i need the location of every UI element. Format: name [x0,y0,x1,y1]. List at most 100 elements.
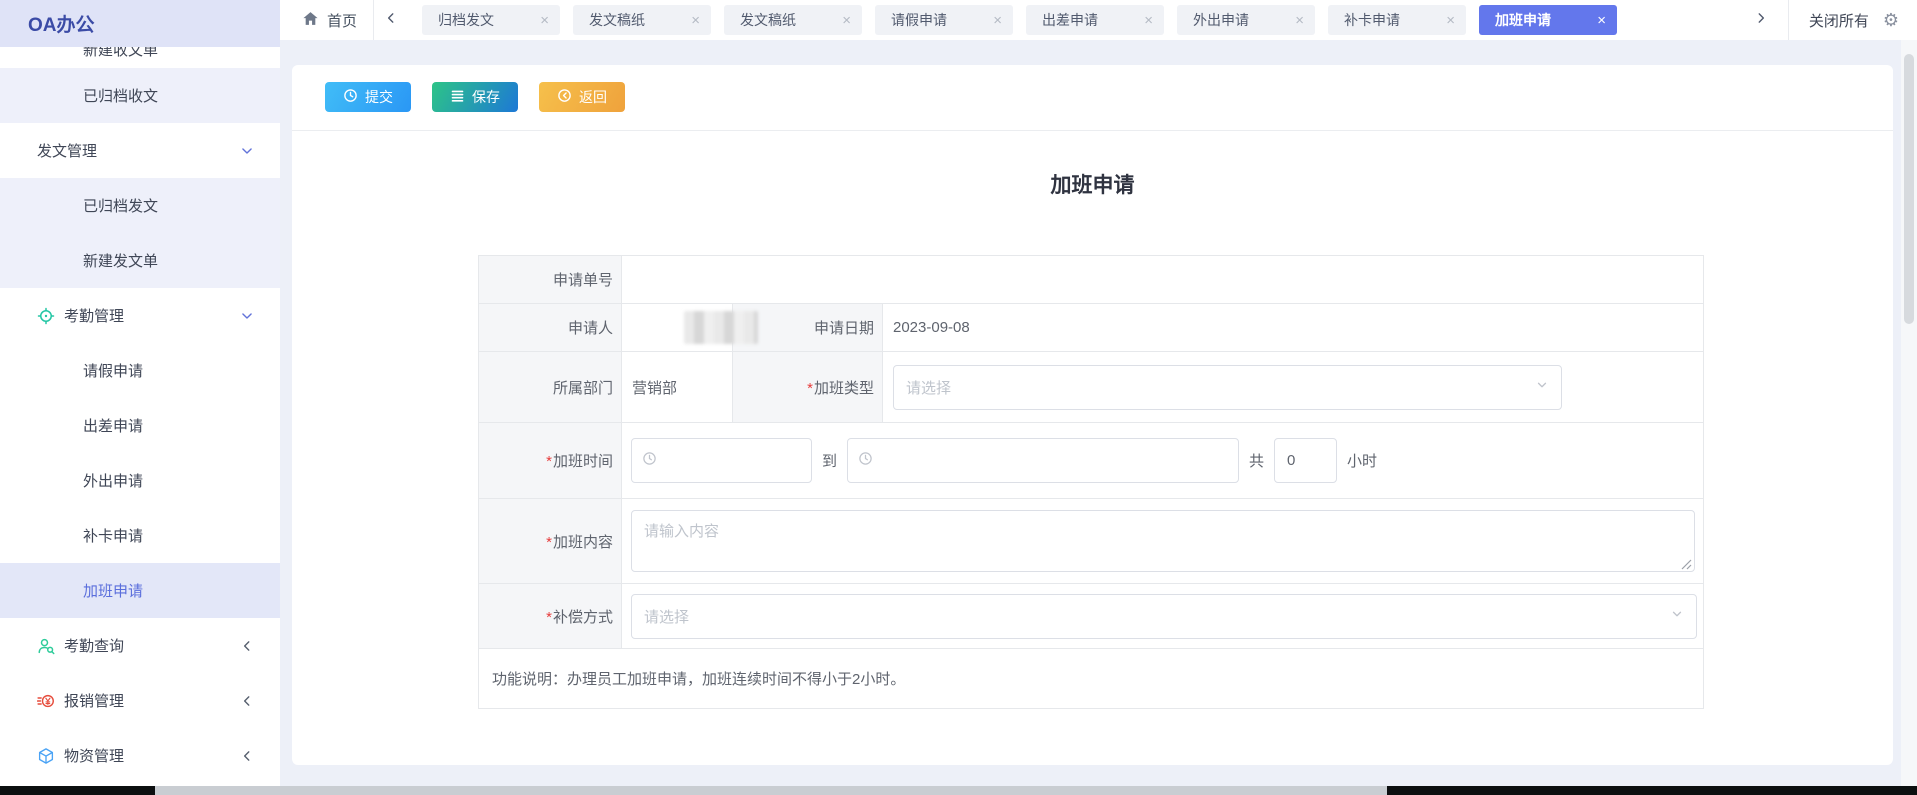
close-icon[interactable]: × [1597,13,1606,28]
toolbar-divider [292,130,1893,131]
tabs-scroll-right-button[interactable] [1744,0,1778,40]
required-mark: * [546,453,552,470]
clock-icon [858,451,873,470]
overtime-form-card: 提交 保存 返回 加班申请 申请单号 [292,65,1893,765]
sidebar-item[interactable]: 新建发文单 [0,233,280,288]
to-text: 到 [822,450,837,471]
table-row: 所属部门 营销部 *加班类型 请选择 [479,352,1704,423]
tab-label: 归档发文 [438,10,494,30]
compensation-select[interactable]: 请选择 [631,594,1697,639]
required-mark: * [546,534,552,551]
order-no-value [622,256,1704,304]
applicant-value-cell [622,304,733,352]
sidebar-item-label: 出差申请 [83,415,143,436]
vertical-scrollbar-thumb[interactable] [1904,54,1914,324]
overtime-type-select[interactable]: 请选择 [893,365,1562,410]
sidebar-item[interactable]: 考勤管理 [0,288,280,343]
sidebar-item[interactable]: 报销管理 [0,673,280,728]
form-toolbar: 提交 保存 返回 [325,82,625,112]
tabbar-right-controls: 关闭所有 ⚙ [1744,0,1917,40]
sidebar-item[interactable]: 考勤查询 [0,618,280,673]
tab-home[interactable]: 首页 [302,10,357,31]
chevron-left-icon [384,11,398,30]
tab-加班申请[interactable]: 加班申请 × [1479,5,1617,35]
overtime-content-textarea[interactable]: 请输入内容 [631,510,1695,572]
horizontal-scrollbar[interactable] [0,786,1917,795]
sidebar-item[interactable]: 外出申请 [0,453,280,508]
table-row: 申请单号 [479,256,1704,304]
clock-icon [642,451,657,470]
chevron-right-icon [1754,11,1768,30]
chevron-left-icon [240,694,254,708]
save-button[interactable]: 保存 [432,82,518,112]
overtime-type-cell: 请选择 [883,352,1704,423]
overtime-content-label: *加班内容 [479,499,622,584]
table-row: *加班内容 请输入内容 [479,499,1704,584]
table-row: 功能说明：办理员工加班申请，加班连续时间不得小于2小时。 [479,649,1704,709]
close-icon[interactable]: × [1144,13,1153,28]
sidebar-item-label: 补卡申请 [83,525,143,546]
tab-补卡申请[interactable]: 补卡申请 × [1328,5,1466,35]
overtime-type-label: *加班类型 [733,352,883,423]
main-content: 提交 保存 返回 加班申请 申请单号 [280,40,1917,787]
close-icon[interactable]: × [540,13,549,28]
sidebar-item[interactable]: 物资管理 [0,728,280,783]
chevron-left-icon [240,749,254,763]
department-value: 营销部 [622,352,733,423]
tab-外出申请[interactable]: 外出申请× [1177,5,1315,35]
expense-icon [37,692,55,710]
tabs-scroll-left-button[interactable] [374,0,408,40]
page-title: 加班申请 [292,169,1893,199]
table-row: 申请人 申请日期 2023-09-08 [479,304,1704,352]
horizontal-scrollbar-thumb[interactable] [155,786,1387,795]
compensation-cell: 请选择 [622,584,1704,649]
sidebar-item[interactable]: 新建收文单 [0,47,280,68]
sidebar-item-label: 新建收文单 [83,47,158,60]
vertical-scrollbar[interactable] [1901,40,1917,787]
sidebar-item[interactable]: 已归档发文 [0,178,280,233]
chevron-down-icon [1670,607,1684,625]
start-time-input[interactable] [631,438,812,483]
overtime-content-cell: 请输入内容 [622,499,1704,584]
sidebar-item[interactable]: 发文管理 [0,123,280,178]
close-icon[interactable]: × [993,13,1002,28]
sidebar-item[interactable]: 补卡申请 [0,508,280,563]
close-icon[interactable]: × [1295,13,1304,28]
end-time-input[interactable] [847,438,1239,483]
close-icon[interactable]: × [691,13,700,28]
department-label: 所属部门 [479,352,622,423]
tab-出差申请[interactable]: 出差申请 × [1026,5,1164,35]
back-button[interactable]: 返回 [539,82,625,112]
sidebar-item[interactable]: 出差申请 [0,398,280,453]
table-row: *补偿方式 请选择 [479,584,1704,649]
tab-label: 发文稿纸 [589,10,645,30]
sidebar-item-label: 已归档收文 [83,85,158,106]
close-icon[interactable]: × [842,13,851,28]
sidebar-item-label: 加班申请 [83,580,143,601]
resize-grip-icon[interactable] [1680,557,1692,569]
sidebar-item[interactable]: 请假申请 [0,343,280,398]
submit-button[interactable]: 提交 [325,82,411,112]
tab-发文稿纸[interactable]: 发文稿纸 × [573,5,711,35]
apply-date-value: 2023-09-08 [883,304,1704,352]
tab-label: 出差申请 [1042,10,1098,30]
sidebar-item-label: 考勤查询 [64,635,124,656]
close-icon[interactable]: × [1446,13,1455,28]
total-text: 共 [1249,450,1264,471]
required-mark: * [546,609,552,626]
tab-发文稿纸[interactable]: 发文稿纸× [724,5,862,35]
gear-icon[interactable]: ⚙ [1883,10,1899,31]
sidebar-item[interactable]: 已归档收文 [0,68,280,123]
tab-归档发文[interactable]: 归档发文 × [422,5,560,35]
sidebar-menu: 新建收文单已归档收文发文管理已归档发文新建发文单考勤管理请假申请出差申请外出申请… [0,47,280,783]
list-icon [450,88,465,106]
tab-label: 加班申请 [1495,10,1551,30]
close-all-tabs-button[interactable]: 关闭所有 [1809,10,1869,31]
chevron-left-icon [240,639,254,653]
tab-label: 补卡申请 [1344,10,1400,30]
tabbar: 首页 归档发文×发文稿纸×发文稿纸×请假申请×出差申请×外出申请×补卡申请×加班… [280,0,1917,40]
tab-请假申请[interactable]: 请假申请 × [875,5,1013,35]
hours-input[interactable] [1274,438,1337,483]
sidebar-item[interactable]: 加班申请 [0,563,280,618]
tab-label: 请假申请 [891,10,947,30]
